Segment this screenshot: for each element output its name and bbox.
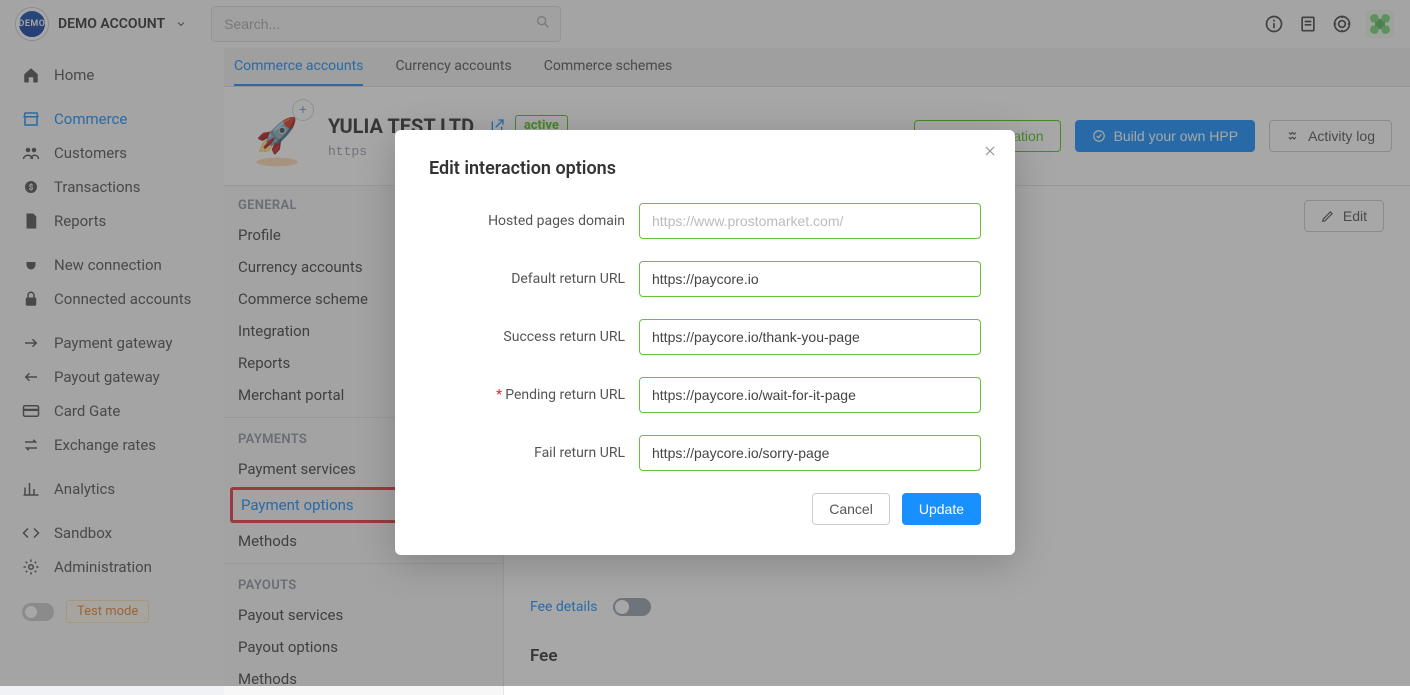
edit-interaction-options-modal: Edit interaction options Hosted pages do… xyxy=(395,130,1015,555)
success-return-input[interactable] xyxy=(639,319,981,355)
fail-return-input[interactable] xyxy=(639,435,981,471)
default-return-label: Default return URL xyxy=(429,271,639,287)
modal-overlay[interactable]: Edit interaction options Hosted pages do… xyxy=(0,0,1410,686)
update-button[interactable]: Update xyxy=(902,493,981,525)
fail-return-label: Fail return URL xyxy=(429,445,639,461)
success-return-label: Success return URL xyxy=(429,329,639,345)
pending-return-label: *Pending return URL xyxy=(429,387,639,403)
modal-title: Edit interaction options xyxy=(429,158,981,179)
close-icon[interactable] xyxy=(983,144,997,158)
required-mark: * xyxy=(496,387,502,403)
cancel-button[interactable]: Cancel xyxy=(812,493,890,525)
pending-return-input[interactable] xyxy=(639,377,981,413)
default-return-input[interactable] xyxy=(639,261,981,297)
hosted-domain-label: Hosted pages domain xyxy=(429,213,639,229)
hosted-domain-input[interactable] xyxy=(639,203,981,239)
